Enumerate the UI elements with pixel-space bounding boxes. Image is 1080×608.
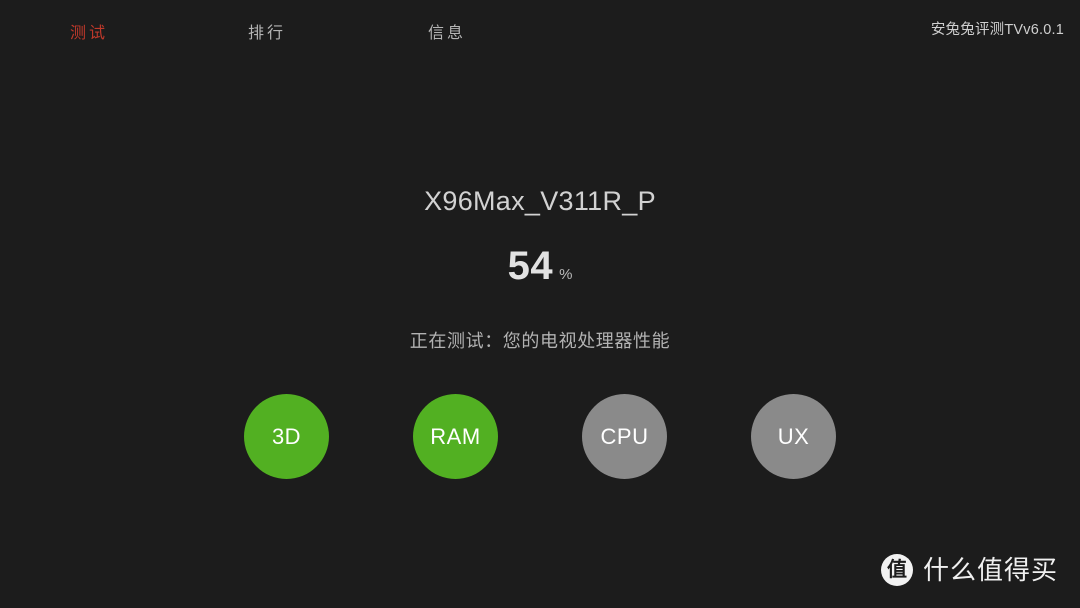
progress-percent-value: 54 <box>507 244 554 288</box>
device-name: X96Max_V311R_P <box>424 186 656 216</box>
top-navigation-bar: 测试 排行 信息 安兔兔评测TVv6.0.1 <box>0 0 1080 68</box>
stage-circle-ram[interactable]: RAM <box>413 394 498 479</box>
benchmark-test-panel: X96Max_V311R_P 54% 正在测试：您的电视处理器性能 3D RAM… <box>0 0 1080 608</box>
stage-circle-3d[interactable]: 3D <box>244 394 329 479</box>
tab-ranking[interactable]: 排行 <box>248 26 286 42</box>
watermark: 值 什么值得买 <box>880 554 1058 586</box>
smzdm-logo-icon: 值 <box>880 554 913 586</box>
stage-circle-cpu[interactable]: CPU <box>582 394 667 479</box>
tab-info[interactable]: 信息 <box>428 26 466 42</box>
progress-readout: 54% <box>0 246 1080 286</box>
tab-test[interactable]: 测试 <box>70 26 108 42</box>
progress-percent-unit: % <box>559 266 573 283</box>
stage-circle-ux[interactable]: UX <box>751 394 836 479</box>
test-status-text: 正在测试：您的电视处理器性能 <box>409 331 671 351</box>
watermark-text: 什么值得买 <box>922 555 1058 585</box>
app-version-label: 安兔兔评测TVv6.0.1 <box>930 22 1064 38</box>
benchmark-stage-row: 3D RAM CPU UX <box>0 394 1080 479</box>
